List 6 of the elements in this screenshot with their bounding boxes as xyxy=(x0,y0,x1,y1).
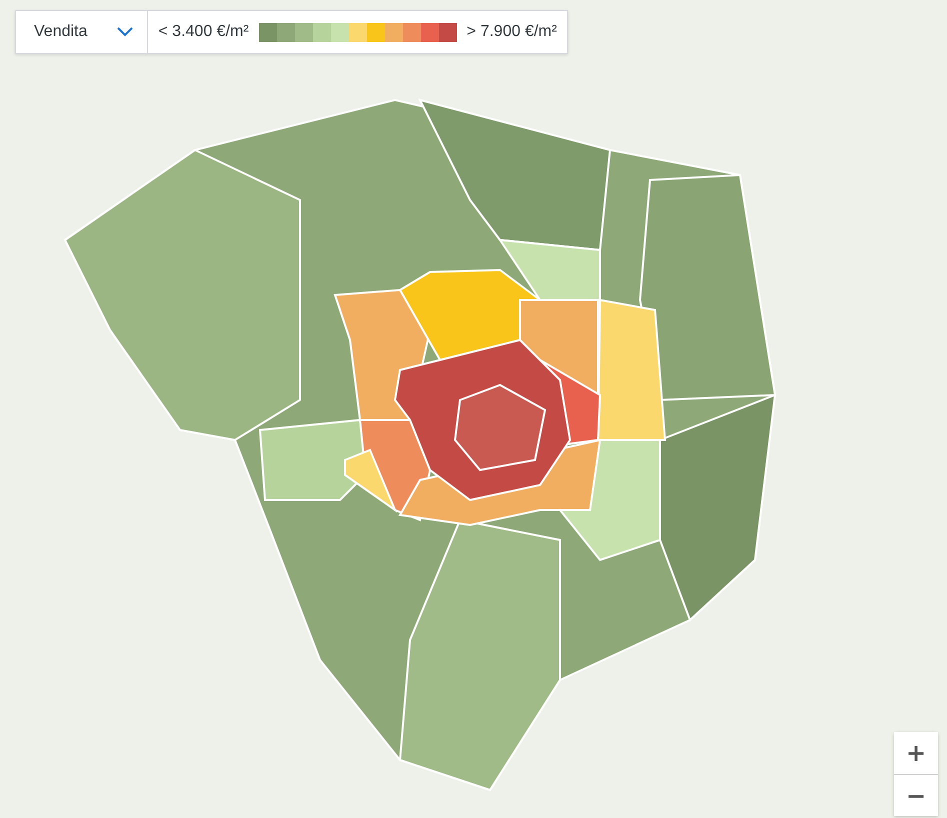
zoom-in-button[interactable]: + xyxy=(894,732,938,774)
legend-min-label: < 3.400 €/m² xyxy=(158,23,249,41)
legend-max-label: > 7.900 €/m² xyxy=(466,23,557,41)
zoom-out-button[interactable]: − xyxy=(894,774,938,816)
mode-dropdown[interactable]: Vendita xyxy=(16,11,148,53)
chevron-down-icon xyxy=(117,27,134,37)
